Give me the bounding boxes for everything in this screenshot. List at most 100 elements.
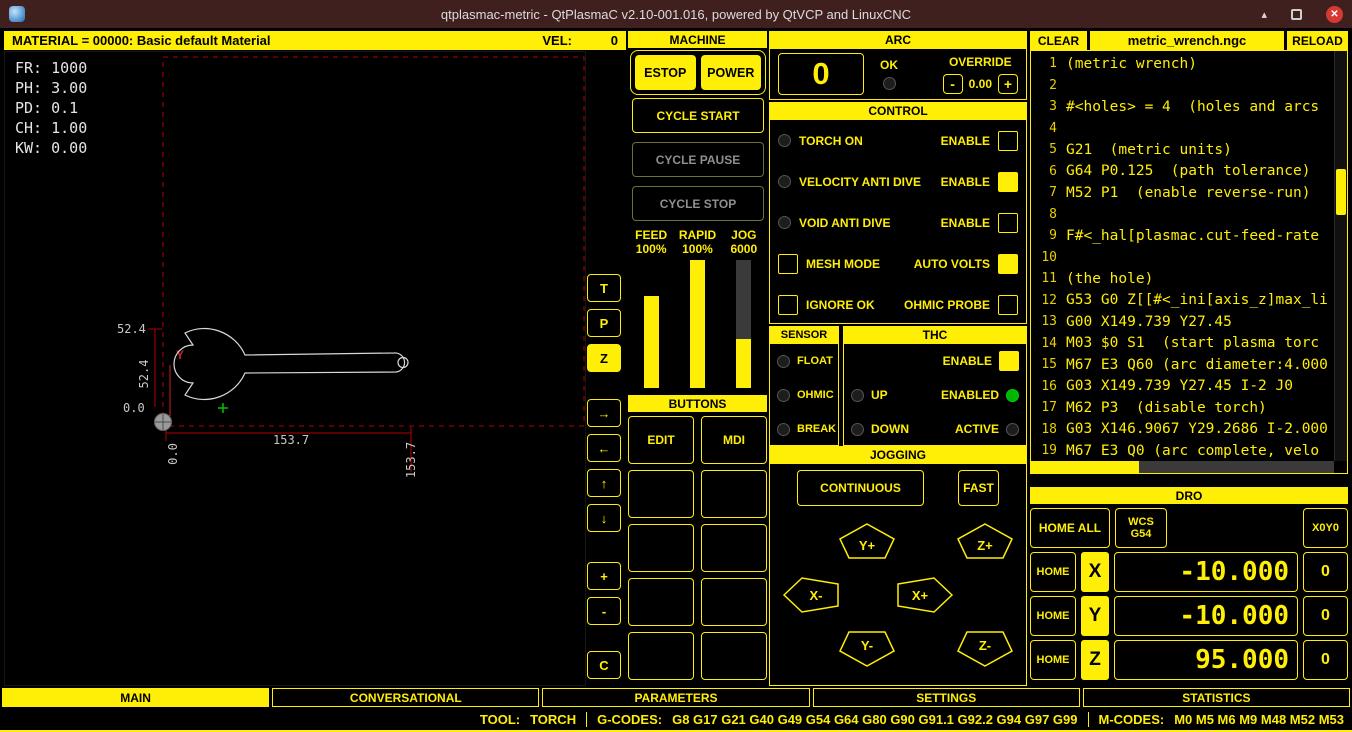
gcode-line[interactable]: 14 M03 $0 S1 (start plasma torc [1031, 333, 1333, 355]
jog-z-plus-button[interactable]: Z+ [956, 522, 1014, 560]
thc-enable-checkbox[interactable] [999, 351, 1019, 371]
jog-x-minus-button[interactable]: X- [782, 576, 840, 614]
gcode-line[interactable]: 5 G21 (metric units) [1031, 139, 1333, 161]
sensor-panel: FLOAT OHMIC BREAK [769, 343, 839, 446]
control-label: TORCH ON [799, 134, 863, 148]
pan-up-button[interactable]: ↑ [587, 469, 621, 497]
maximize-icon[interactable] [1291, 9, 1302, 20]
user-button[interactable] [628, 578, 694, 626]
gcode-line[interactable]: 13 G00 X149.739 Y27.45 [1031, 311, 1333, 333]
gcode-line-text: M67 E3 Q0 (arc complete, velo [1057, 443, 1319, 459]
pan-right-button[interactable]: → [587, 399, 621, 427]
gcode-line[interactable]: 8 [1031, 204, 1333, 226]
tab[interactable]: PARAMETERS [542, 688, 809, 707]
jog-mode-select[interactable]: CONTINUOUS [797, 470, 924, 506]
user-button[interactable] [701, 578, 767, 626]
jog-slider[interactable] [736, 260, 751, 388]
jog-y-minus-button[interactable]: Y- [838, 630, 896, 668]
override-minus-button[interactable]: - [943, 74, 963, 94]
clear-file-button[interactable]: CLEAR [1030, 31, 1087, 50]
gcode-vertical-scrollbar[interactable] [1334, 51, 1347, 461]
zero-axis-button[interactable]: 0 [1303, 640, 1348, 680]
gcode-line[interactable]: 18 G03 X146.9067 Y29.2686 I-2.000 [1031, 419, 1333, 441]
gcode-line-text: (the hole) [1057, 271, 1153, 287]
home-axis-button[interactable]: HOME [1030, 552, 1076, 592]
svg-text:Z+: Z+ [977, 538, 993, 553]
jog-z-minus-button[interactable]: Z- [956, 630, 1014, 668]
user-button[interactable] [701, 470, 767, 518]
gcode-line[interactable]: 15 M67 E3 Q60 (arc diameter:4.000 [1031, 354, 1333, 376]
gcode-line[interactable]: 6 G64 P0.125 (path tolerance) [1031, 161, 1333, 183]
user-button[interactable] [628, 470, 694, 518]
gcode-line[interactable]: 3 #<holes> = 4 (holes and arcs [1031, 96, 1333, 118]
close-icon[interactable]: ✕ [1326, 6, 1343, 23]
zoom-in-button[interactable]: + [587, 562, 621, 590]
jog-fast-button[interactable]: FAST [958, 470, 999, 506]
cycle-start-button[interactable]: CYCLE START [632, 98, 764, 133]
home-axis-button[interactable]: HOME [1030, 640, 1076, 680]
gcode-line[interactable]: 17 M62 P3 (disable torch) [1031, 397, 1333, 419]
enable-checkbox[interactable] [998, 213, 1018, 233]
gcode-line[interactable]: 9 F#<_hal[plasmac.cut-feed-rate [1031, 225, 1333, 247]
enable-checkbox[interactable] [998, 131, 1018, 151]
user-button[interactable] [701, 632, 767, 680]
horizontal-scroll-thumb[interactable] [1031, 461, 1139, 473]
zero-axis-button[interactable]: 0 [1303, 552, 1348, 592]
gcode-line[interactable]: 19 M67 E3 Q0 (arc complete, velo [1031, 440, 1333, 461]
user-button[interactable] [628, 632, 694, 680]
gcode-line[interactable]: 4 [1031, 118, 1333, 140]
feed-slider[interactable] [644, 260, 659, 388]
estop-button[interactable]: ESTOP [635, 55, 696, 90]
gcode-line[interactable]: 12 G53 G0 Z[[#<_ini[axis_z]max_li [1031, 290, 1333, 312]
material-selector[interactable]: MATERIAL = 00000: Basic default Material… [4, 31, 626, 50]
override-plus-button[interactable]: + [998, 74, 1018, 94]
gcode-line[interactable]: 1 (metric wrench) [1031, 53, 1333, 75]
dro-axes: HOME X -10.000 0 HOME Y -10.000 0 HOME Z… [1030, 552, 1348, 684]
gcode-line[interactable]: 2 [1031, 75, 1333, 97]
gcode-line-number: 6 [1031, 164, 1057, 179]
zoom-out-button[interactable]: - [587, 597, 621, 625]
gcode-horizontal-scrollbar[interactable] [1031, 461, 1334, 473]
left-checkbox[interactable] [778, 254, 798, 274]
vertical-scroll-thumb[interactable] [1336, 169, 1346, 215]
tab[interactable]: CONVERSATIONAL [272, 688, 539, 707]
right-checkbox[interactable] [998, 295, 1018, 315]
pan-left-button[interactable]: ← [587, 434, 621, 462]
gcode-line[interactable]: 10 [1031, 247, 1333, 269]
reload-file-button[interactable]: RELOAD [1287, 31, 1348, 50]
home-all-button[interactable]: HOME ALL [1030, 508, 1110, 548]
gcode-line[interactable]: 16 G03 X149.739 Y27.45 I-2 J0 [1031, 376, 1333, 398]
clear-view-button[interactable]: C [587, 651, 621, 679]
gcode-line[interactable]: 11 (the hole) [1031, 268, 1333, 290]
user-button[interactable]: EDIT [628, 416, 694, 464]
view-perspective-button[interactable]: P [587, 309, 621, 337]
tab[interactable]: SETTINGS [813, 688, 1080, 707]
rapid-slider[interactable] [690, 260, 705, 388]
tab[interactable]: STATISTICS [1083, 688, 1350, 707]
user-button[interactable] [701, 524, 767, 572]
cycle-stop-button[interactable]: CYCLE STOP [632, 186, 764, 221]
axis-letter: Y [1081, 596, 1109, 636]
wcs-button[interactable]: WCS G54 [1115, 508, 1167, 548]
home-axis-button[interactable]: HOME [1030, 596, 1076, 636]
right-checkbox[interactable] [998, 254, 1018, 274]
power-button[interactable]: POWER [701, 55, 762, 90]
user-button[interactable] [628, 524, 694, 572]
sensor-row: BREAK [770, 412, 838, 446]
left-label: MESH MODE [806, 257, 880, 271]
gcode-line-text: (metric wrench) [1057, 56, 1197, 72]
view-z-button[interactable]: Z [587, 344, 621, 372]
enable-checkbox[interactable] [998, 172, 1018, 192]
user-button[interactable]: MDI [701, 416, 767, 464]
x0y0-button[interactable]: X0Y0 [1303, 508, 1348, 548]
gcode-line[interactable]: 7 M52 P1 (enable reverse-run) [1031, 182, 1333, 204]
pan-down-button[interactable]: ↓ [587, 504, 621, 532]
jog-y-plus-button[interactable]: Y+ [838, 522, 896, 560]
shade-icon[interactable]: ▴ [1261, 8, 1267, 21]
tab[interactable]: MAIN [2, 688, 269, 707]
cycle-pause-button[interactable]: CYCLE PAUSE [632, 142, 764, 177]
view-top-button[interactable]: T [587, 274, 621, 302]
left-checkbox[interactable] [778, 295, 798, 315]
zero-axis-button[interactable]: 0 [1303, 596, 1348, 636]
jog-x-plus-button[interactable]: X+ [896, 576, 954, 614]
